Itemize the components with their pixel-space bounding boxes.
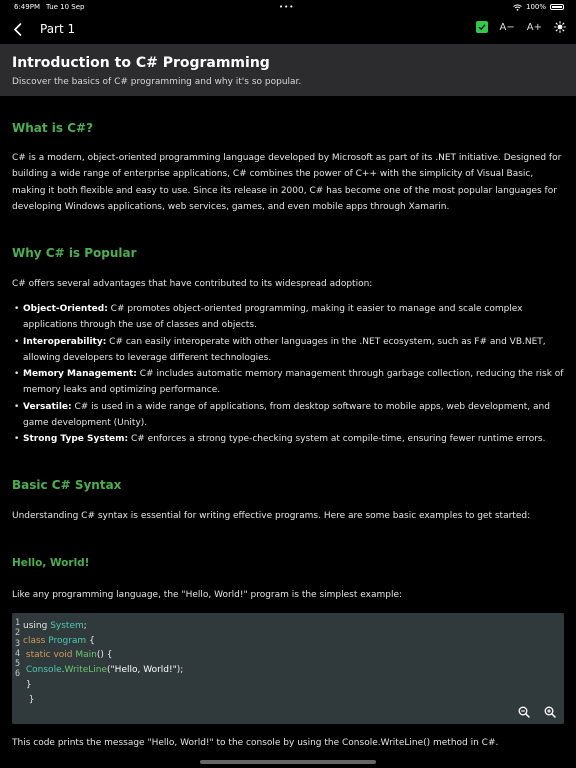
mark-complete-checkbox[interactable]	[475, 21, 488, 33]
zoom-out-icon[interactable]	[517, 705, 531, 719]
code-punct: {	[86, 635, 95, 646]
code-keyword: using	[23, 621, 48, 631]
list-item: Interoperability: C# can easily interope…	[12, 334, 568, 367]
code-type: Console	[25, 665, 62, 676]
nav-title: Part 1	[40, 22, 76, 36]
paragraph-why-intro: C# offers several advantages that have c…	[12, 279, 373, 289]
paragraph-code-explanation: This code prints the message "Hello, Wor…	[12, 738, 499, 748]
code-line: using System;	[23, 619, 183, 634]
status-left: 6:49PM Tue 10 Sep	[14, 0, 85, 14]
advantages-list: Object-Oriented: C# promotes object-orie…	[12, 301, 568, 448]
list-item-term: Strong Type System:	[23, 434, 129, 445]
code-punct: () {	[96, 650, 113, 661]
paragraph-syntax-intro: Understanding C# syntax is essential for…	[12, 511, 531, 521]
status-right: 100%	[513, 0, 564, 14]
paragraph-hello-world: Like any programming language, the "Hell…	[12, 590, 403, 600]
list-item-term: Interoperability:	[23, 336, 107, 347]
heading-why-popular: Why C# is Popular	[12, 246, 137, 260]
line-number: 3	[15, 638, 21, 649]
code-keyword: class	[23, 635, 46, 646]
code-punct: );	[176, 665, 184, 676]
code-source: using System; class Program { static void…	[23, 619, 183, 707]
code-keyword: static void	[25, 650, 73, 661]
list-item-term: Memory Management:	[23, 369, 137, 380]
code-function: WriteLine	[64, 665, 108, 676]
list-item-text: C# is used in a wide range of applicatio…	[23, 401, 550, 429]
back-button[interactable]	[8, 20, 26, 38]
list-item: Memory Management: C# includes automatic…	[12, 366, 568, 399]
code-type: Program	[48, 635, 87, 646]
navigation-bar: Part 1 A− A+	[0, 14, 576, 44]
list-item-term: Versatile:	[23, 401, 72, 412]
lesson-header: Introduction to C# Programming Discover …	[0, 44, 576, 96]
status-time: 6:49PM	[14, 3, 40, 11]
status-bar: 6:49PM Tue 10 Sep ••• 100%	[0, 0, 576, 14]
list-item: Versatile: C# is used in a wide range of…	[12, 399, 568, 432]
battery-percent: 100%	[525, 3, 546, 11]
list-item: Strong Type System: C# enforces a strong…	[12, 431, 568, 448]
code-type: System	[50, 621, 84, 631]
code-function: Main	[75, 650, 97, 661]
list-item: Object-Oriented: C# promotes object-orie…	[12, 301, 568, 334]
chevron-left-icon	[13, 22, 21, 36]
paragraph-what-is-csharp: C# is a modern, object-oriented programm…	[12, 153, 562, 212]
code-punct: }	[25, 679, 32, 690]
heading-what-is-csharp: What is C#?	[12, 121, 94, 135]
status-date: Tue 10 Sep	[45, 3, 85, 11]
checkmark-icon	[478, 24, 486, 31]
line-number: 1	[15, 618, 21, 628]
list-item-text: C# enforces a strong type-checking syste…	[128, 434, 546, 445]
code-string: "Hello, World!"	[110, 665, 177, 676]
increase-font-button[interactable]: A+	[527, 22, 542, 33]
battery-icon	[550, 4, 564, 10]
code-line: }	[23, 693, 183, 708]
code-line-numbers: 1 2 3 4 5 6	[15, 618, 20, 680]
page-title: Introduction to C# Programming	[12, 55, 270, 71]
heading-hello-world: Hello, World!	[12, 557, 90, 569]
code-line: static void Main() {	[23, 648, 183, 663]
code-line: }	[23, 678, 183, 693]
brightness-icon[interactable]	[554, 21, 566, 33]
heading-basic-syntax: Basic C# Syntax	[12, 478, 122, 492]
line-number: 5	[15, 659, 21, 670]
nav-actions: A− A+	[475, 21, 566, 33]
code-block[interactable]: 1 2 3 4 5 6 using System; class Program {…	[12, 613, 564, 724]
page-subtitle: Discover the basics of C# programming an…	[12, 77, 302, 87]
wifi-icon	[513, 3, 522, 11]
code-line: Console.WriteLine("Hello, World!");	[23, 663, 183, 678]
list-item-term: Object-Oriented:	[23, 304, 108, 314]
code-punct: ;	[83, 621, 87, 631]
line-number: 2	[15, 628, 21, 639]
home-indicator[interactable]	[200, 760, 376, 764]
zoom-in-icon[interactable]	[543, 705, 557, 719]
code-line: class Program {	[23, 634, 183, 649]
code-punct: }	[28, 694, 35, 705]
line-number: 6	[15, 669, 21, 680]
line-number: 4	[15, 648, 21, 659]
decrease-font-button[interactable]: A−	[500, 22, 515, 33]
multitasking-dots[interactable]: •••	[279, 0, 294, 14]
